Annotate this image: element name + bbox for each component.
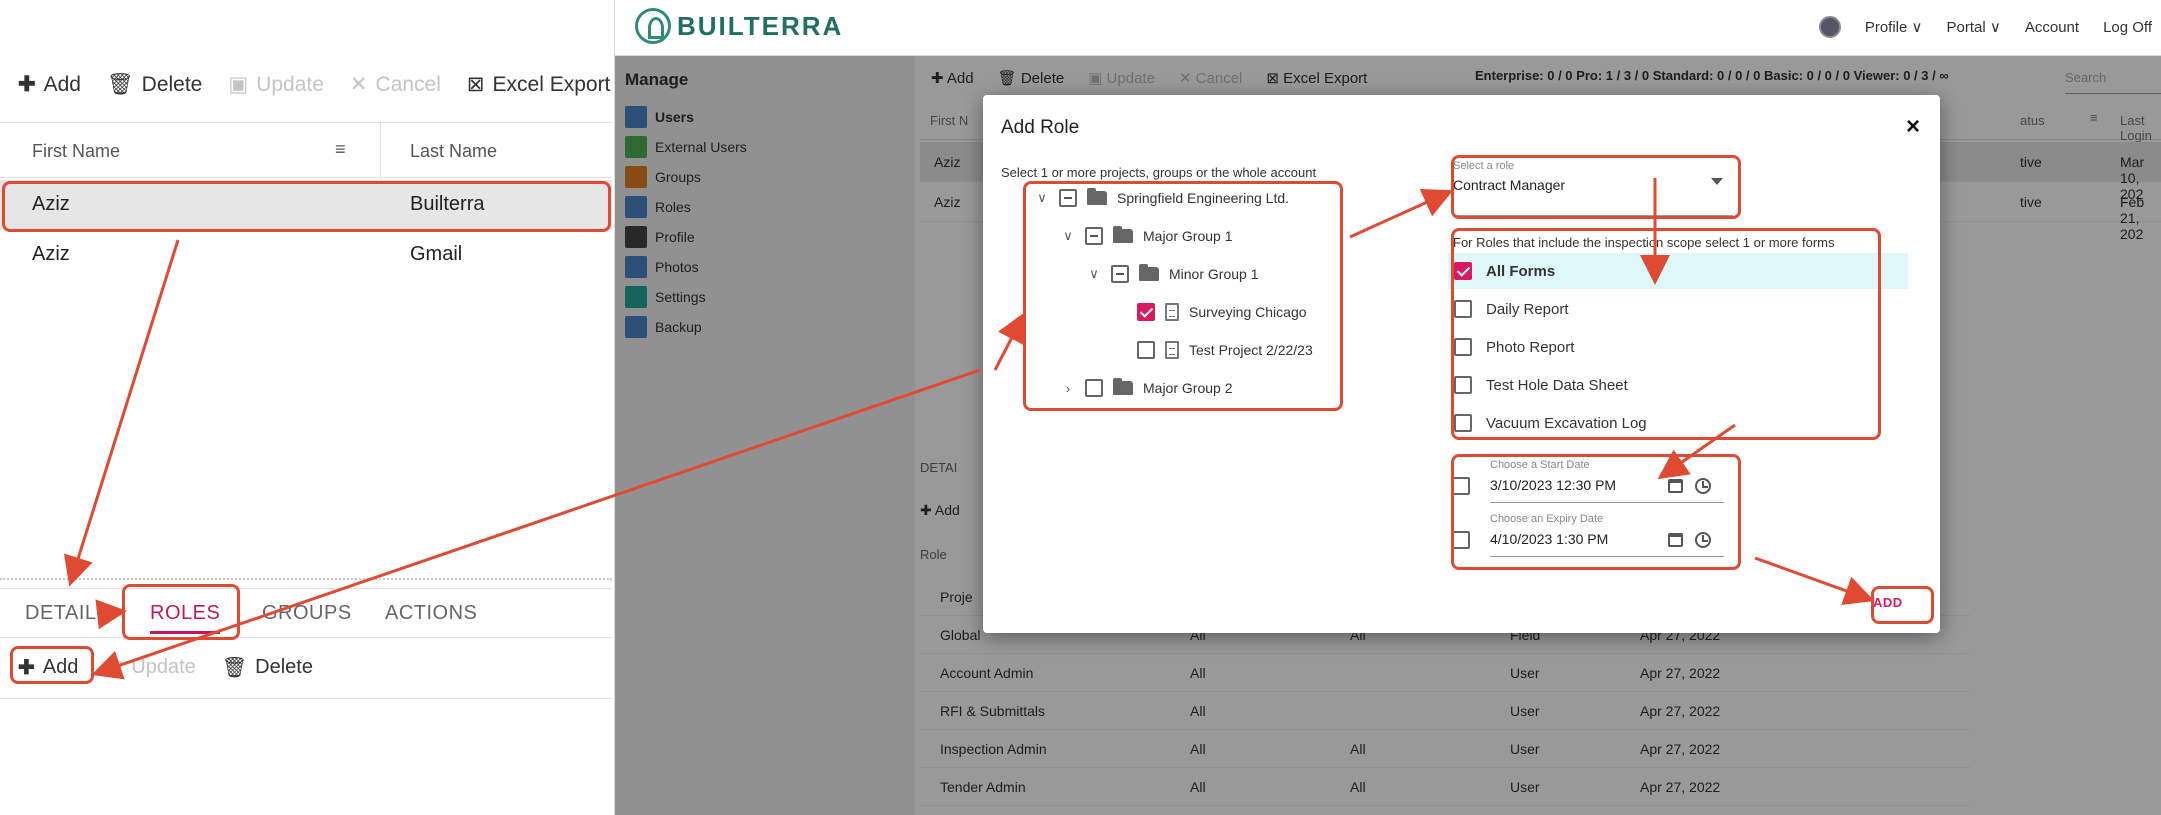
annotation-arrows (63, 178, 1875, 680)
arrow-to-roles-tab (95, 599, 127, 630)
arrow-add-to-dialog (91, 368, 981, 680)
arrow-dates-to-add (1754, 556, 1875, 605)
arrow-user-to-details (63, 239, 180, 587)
arrow-forms-to-dates (1657, 423, 1736, 480)
arrow-tree-to-role (1349, 188, 1454, 239)
arrow-to-tree (993, 312, 1026, 371)
